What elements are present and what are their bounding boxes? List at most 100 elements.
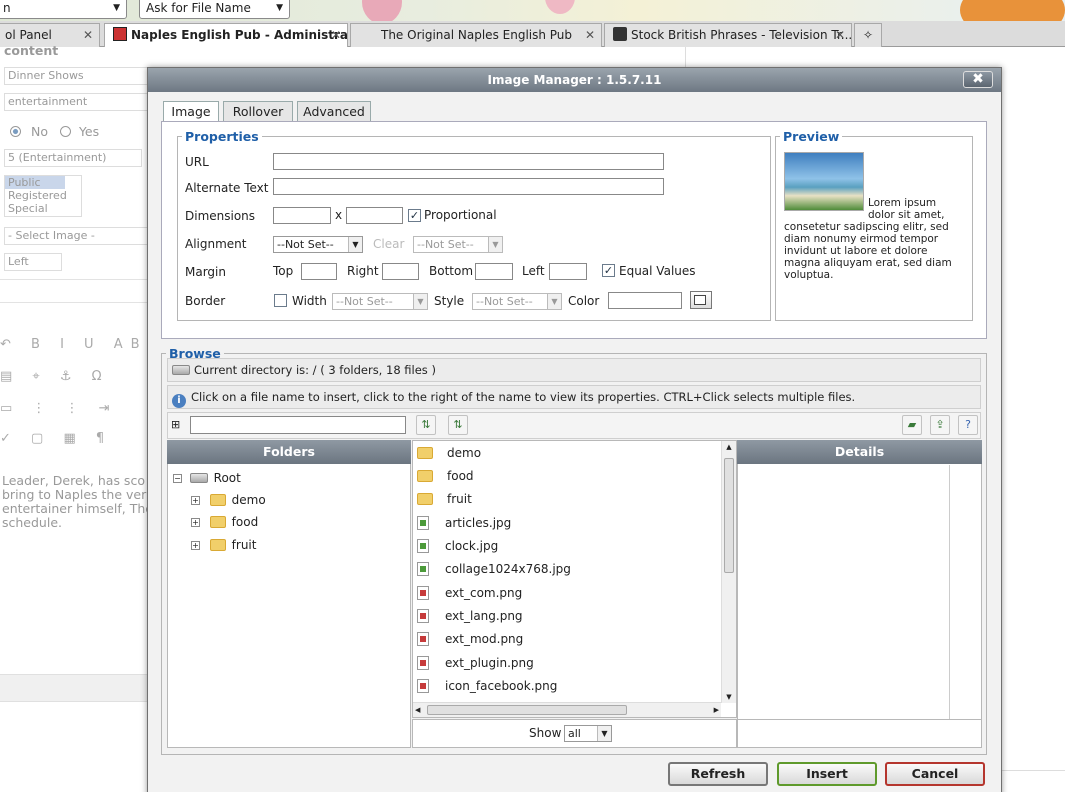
cancel-button[interactable]: Cancel	[885, 762, 985, 786]
png-file-icon	[417, 586, 429, 600]
border-width-value: --Not Set--	[336, 295, 393, 308]
file-list-item[interactable]: collage1024x768.jpg	[417, 559, 571, 579]
url-input[interactable]	[273, 153, 664, 170]
file-list-item[interactable]: ext_com.png	[417, 583, 522, 603]
alias-field[interactable]: entertainment	[4, 93, 149, 111]
alt-text-input[interactable]	[273, 178, 664, 195]
download-action-combo[interactable]: Ask for File Name ▼	[139, 0, 290, 19]
tree-item-food[interactable]: + food	[191, 515, 258, 529]
scroll-down-icon[interactable]: ▼	[722, 691, 736, 703]
close-tab-icon[interactable]: ✕	[835, 24, 845, 46]
equal-values-checkbox[interactable]: ✓	[602, 264, 615, 277]
file-list-folder[interactable]: fruit	[417, 489, 472, 509]
close-dialog-button[interactable]: ✖	[963, 71, 993, 88]
new-folder-button[interactable]: ▰	[902, 415, 922, 435]
sort-files-button[interactable]: ⇅	[448, 415, 468, 435]
site-favicon-icon	[113, 27, 127, 41]
radio-yes[interactable]	[59, 126, 71, 137]
scroll-left-icon[interactable]: ◀	[415, 703, 420, 717]
dialog-titlebar[interactable]: Image Manager : 1.5.7.11	[148, 68, 1001, 92]
collapse-icon[interactable]: −	[173, 474, 182, 483]
file-list-folder[interactable]: demo	[417, 443, 481, 463]
help-button[interactable]: ?	[958, 415, 978, 435]
file-list-hscrollbar[interactable]: ◀ ▶	[413, 702, 721, 717]
tab-original-pub[interactable]: The Original Naples English Pub ✕	[350, 23, 602, 47]
margin-left-input[interactable]	[549, 263, 587, 280]
height-input[interactable]	[346, 207, 403, 224]
access-option[interactable]: Special	[5, 202, 81, 215]
folders-header-label: Folders	[263, 444, 315, 459]
title-field[interactable]: Dinner Shows	[4, 67, 149, 85]
new-folder-icon: ▰	[907, 418, 917, 431]
file-list-item[interactable]: ext_mod.png	[417, 629, 523, 649]
margin-bottom-input[interactable]	[475, 263, 513, 280]
color-picker-button[interactable]	[690, 291, 712, 309]
select-image-field[interactable]: - Select Image -	[4, 227, 149, 245]
file-list-folder[interactable]: food	[417, 466, 474, 486]
width-input[interactable]	[273, 207, 331, 224]
help-icon: ?	[965, 418, 971, 431]
info-icon: i	[172, 394, 186, 408]
insert-button[interactable]: Insert	[777, 762, 877, 786]
tree-item-demo[interactable]: + demo	[191, 493, 266, 507]
show-value: all	[568, 727, 581, 740]
file-list-item[interactable]: ext_lang.png	[417, 606, 523, 626]
align-select[interactable]: Left	[4, 253, 62, 271]
tab-image[interactable]: Image	[163, 101, 219, 122]
file-list-item[interactable]: ext_plugin.png	[417, 653, 534, 673]
expand-icon[interactable]: +	[191, 518, 200, 527]
tab-administration[interactable]: Naples English Pub - Administration ✕	[104, 23, 348, 48]
alignment-select[interactable]: --Not Set-- ▼	[273, 236, 363, 253]
margin-right-input[interactable]	[382, 263, 419, 280]
access-option[interactable]: Registered	[5, 189, 81, 202]
tab-british-phrases[interactable]: Stock British Phrases - Television Tr...…	[604, 23, 852, 47]
close-tab-icon[interactable]: ✕	[83, 24, 93, 46]
scroll-thumb[interactable]	[724, 458, 734, 573]
sort-folders-button[interactable]: ⇅	[416, 415, 436, 435]
margin-top-input[interactable]	[301, 263, 337, 280]
new-tab-button[interactable]: ✧	[854, 23, 882, 47]
access-option[interactable]: Public	[5, 176, 65, 189]
details-header-label: Details	[834, 444, 885, 459]
category-select[interactable]: 5 (Entertainment)	[4, 149, 142, 167]
tab-rollover[interactable]: Rollover	[223, 101, 293, 121]
border-width-select[interactable]: --Not Set-- ▼	[332, 293, 428, 310]
radio-no[interactable]	[10, 126, 21, 137]
file-list-item[interactable]: icon_facebook.png	[417, 676, 557, 696]
margin-left-label: Left	[522, 264, 545, 278]
current-directory-text: Current directory is: / ( 3 folders, 18 …	[194, 363, 436, 377]
details-header: Details	[737, 440, 982, 464]
tree-root[interactable]: − Root	[173, 471, 241, 485]
tree-item-fruit[interactable]: + fruit	[191, 538, 256, 552]
expand-icon[interactable]: +	[191, 496, 200, 505]
file-list-item[interactable]: clock.jpg	[417, 536, 498, 556]
upload-button[interactable]: ⇪	[930, 415, 950, 435]
border-color-input[interactable]	[608, 292, 682, 309]
clear-select[interactable]: --Not Set-- ▼	[413, 236, 503, 253]
show-select[interactable]: all ▼	[564, 725, 612, 742]
border-checkbox[interactable]	[274, 294, 287, 307]
proportional-checkbox[interactable]: ✓	[408, 209, 421, 222]
scroll-up-icon[interactable]: ▲	[722, 441, 736, 453]
file-list-item[interactable]: articles.jpg	[417, 513, 511, 533]
drive-icon	[172, 365, 190, 375]
file-search-input[interactable]	[190, 416, 406, 434]
alignment-value: --Not Set--	[277, 238, 334, 251]
times-sign: x	[335, 208, 343, 222]
close-tab-icon[interactable]: ✕	[331, 24, 341, 46]
scroll-right-icon[interactable]: ▶	[714, 703, 719, 717]
hscroll-thumb[interactable]	[427, 705, 627, 715]
preview-image	[784, 152, 864, 211]
border-style-select[interactable]: --Not Set-- ▼	[472, 293, 562, 310]
refresh-button[interactable]: Refresh	[668, 762, 768, 786]
tab-advanced[interactable]: Advanced	[297, 101, 371, 121]
new-tab-icon: ✧	[863, 28, 874, 42]
close-tab-icon[interactable]: ✕	[585, 24, 595, 46]
editor-text-line: entertainer himself, The	[2, 501, 153, 516]
toolbar-combo[interactable]: n ▼	[0, 0, 127, 19]
file-list-vscrollbar[interactable]: ▲ ▼	[721, 441, 736, 703]
access-list[interactable]: Public Registered Special	[4, 175, 82, 217]
file-name: icon_facebook.png	[445, 679, 558, 693]
alt-text-label: Alternate Text	[185, 181, 269, 195]
expand-icon[interactable]: +	[191, 541, 200, 550]
